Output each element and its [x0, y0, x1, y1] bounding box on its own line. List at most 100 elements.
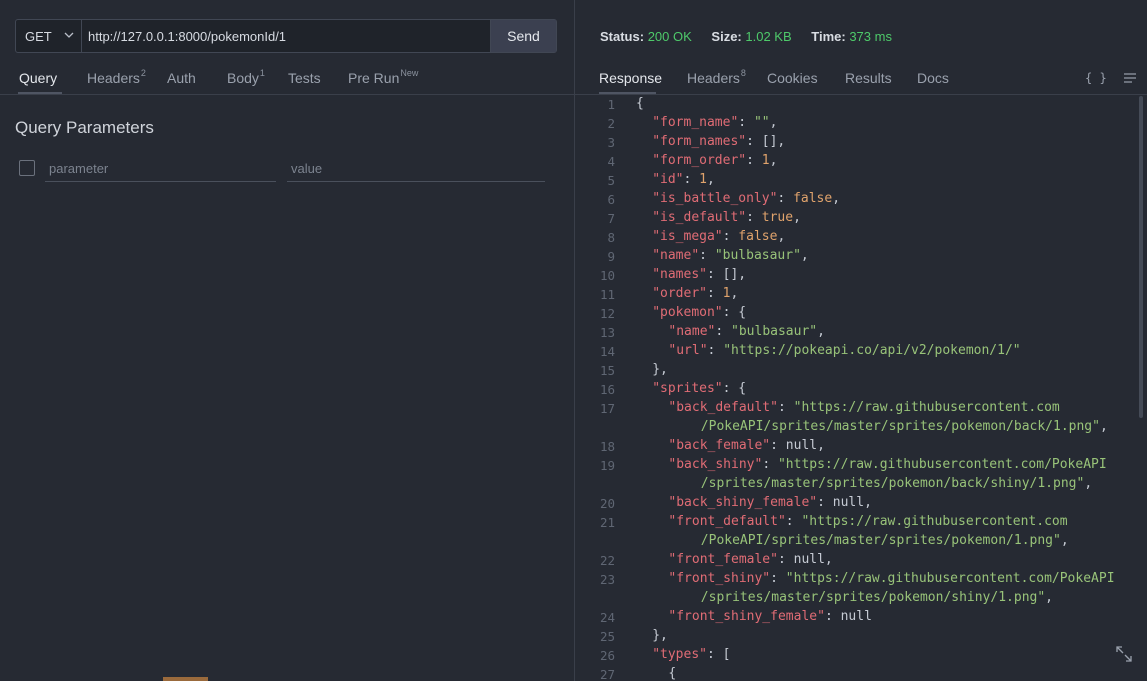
- method-select[interactable]: GET: [16, 20, 82, 52]
- tab-response[interactable]: Response: [599, 70, 662, 86]
- code-line: /PokeAPI/sprites/master/sprites/pokemon/…: [701, 533, 1069, 548]
- code-line: "form_name": "",: [652, 115, 777, 130]
- code-token: {: [668, 666, 677, 681]
- tab-badge: New: [400, 68, 419, 78]
- code-token: :: [738, 115, 754, 130]
- tab-cookies[interactable]: Cookies: [767, 70, 818, 86]
- active-tab-indicator: [599, 92, 656, 94]
- time-value: 373 ms: [849, 29, 892, 44]
- code-token: : null,: [817, 495, 872, 510]
- tab-badge: 2: [140, 68, 146, 78]
- code-token: "name": [652, 248, 700, 263]
- query-parameters-title: Query Parameters: [15, 118, 154, 137]
- code-token: "is_mega": [652, 229, 723, 244]
- code-token: : null,: [777, 552, 833, 567]
- url-input[interactable]: [82, 20, 490, 52]
- code-token: true: [761, 210, 794, 225]
- tab-badge: 8: [740, 68, 746, 78]
- wrap-lines-icon[interactable]: [1123, 72, 1137, 84]
- tab-response-headers[interactable]: Headers8: [687, 68, 746, 86]
- tab-tests[interactable]: Tests: [288, 70, 321, 86]
- code-token: :: [699, 248, 715, 263]
- tab-label: Pre Run: [348, 70, 400, 86]
- response-tabs: Response Headers8 Cookies Results Docs: [575, 60, 1147, 95]
- tab-headers[interactable]: Headers2: [87, 68, 146, 86]
- line-number: 9: [607, 249, 615, 264]
- request-tabs: Query Headers2 Auth Body1 Tests Pre RunN…: [0, 60, 574, 95]
- code-token: "order": [652, 286, 707, 301]
- code-line: "is_default": true,: [652, 210, 801, 225]
- line-number: 3: [607, 135, 615, 150]
- code-token: "types": [652, 647, 707, 662]
- code-token: "bulbasaur": [714, 248, 801, 263]
- code-token: : [],: [746, 134, 786, 149]
- code-token: :: [746, 153, 762, 168]
- code-line: "pokemon": {: [652, 305, 746, 320]
- chevron-down-icon: [64, 32, 74, 38]
- resize-handle[interactable]: [163, 677, 208, 681]
- status-label: Status:: [600, 29, 645, 44]
- code-token: "pokemon": [652, 305, 723, 320]
- code-token: /PokeAPI/sprites/master/sprites/pokemon/…: [700, 419, 1100, 434]
- code-line: /sprites/master/sprites/pokemon/back/shi…: [701, 476, 1092, 491]
- code-line: },: [652, 362, 668, 377]
- code-token: "https://raw.githubusercontent.com: [801, 514, 1068, 529]
- line-number: 23: [599, 572, 615, 587]
- response-pane: Status: 200 OK Size: 1.02 KB Time: 373 m…: [575, 0, 1147, 681]
- code-token: :: [777, 191, 794, 206]
- expand-icon[interactable]: [1115, 645, 1133, 663]
- code-line: /PokeAPI/sprites/master/sprites/pokemon/…: [701, 419, 1108, 434]
- code-token: "form_name": [652, 115, 739, 130]
- code-line: "back_shiny": "https://raw.githubusercon…: [668, 457, 1106, 472]
- code-token: ,: [1084, 476, 1093, 491]
- code-token: /PokeAPI/sprites/master/sprites/pokemon/…: [700, 533, 1061, 548]
- code-token: :: [762, 457, 778, 472]
- code-token: "id": [652, 172, 684, 187]
- code-token: :: [722, 229, 739, 244]
- tab-query[interactable]: Query: [19, 70, 57, 86]
- scrollbar[interactable]: [1139, 96, 1143, 418]
- code-token: "names": [652, 267, 707, 282]
- tab-results[interactable]: Results: [845, 70, 892, 86]
- code-token: : [: [706, 647, 731, 662]
- code-token: ,: [777, 229, 786, 244]
- tab-pre-run[interactable]: Pre RunNew: [348, 68, 419, 86]
- tab-label: Body: [227, 70, 259, 86]
- line-number: 16: [599, 382, 615, 397]
- tab-docs[interactable]: Docs: [917, 70, 949, 86]
- tab-label: Auth: [167, 70, 196, 86]
- code-line: "front_shiny": "https://raw.githubuserco…: [668, 571, 1114, 586]
- send-button[interactable]: Send: [490, 20, 556, 52]
- code-token: "https://raw.githubusercontent.com/PokeA…: [785, 571, 1115, 586]
- code-token: "front_shiny_female": [668, 609, 825, 624]
- code-token: "https://pokeapi.co/api/v2/pokemon/1/": [723, 343, 1021, 358]
- time-label: Time:: [811, 29, 846, 44]
- parameter-input[interactable]: [45, 155, 276, 181]
- code-line: "back_shiny_female": null,: [668, 495, 872, 510]
- code-token: ,: [817, 324, 825, 339]
- code-line: "front_female": null,: [668, 552, 832, 567]
- code-token: ,: [769, 153, 778, 168]
- value-input[interactable]: [287, 155, 545, 181]
- code-token: "front_female": [668, 552, 778, 567]
- value-field: [287, 155, 545, 182]
- tab-body[interactable]: Body1: [227, 68, 265, 86]
- code-token: false: [738, 229, 778, 244]
- code-token: ,: [769, 115, 778, 130]
- line-number: 5: [607, 173, 615, 188]
- code-token: 1: [761, 153, 770, 168]
- code-token: },: [652, 628, 668, 643]
- param-checkbox[interactable]: [19, 160, 35, 176]
- braces-icon[interactable]: { }: [1085, 71, 1107, 85]
- tab-label: Query: [19, 70, 58, 86]
- code-token: : [],: [706, 267, 747, 282]
- code-token: :: [777, 400, 794, 415]
- line-number: 24: [599, 610, 615, 625]
- tab-label: Response: [599, 70, 663, 86]
- response-stats: Status: 200 OK Size: 1.02 KB Time: 373 m…: [600, 29, 892, 44]
- code-line: "name": "bulbasaur",: [668, 324, 825, 339]
- response-body: 1{2 "form_name": "", 3 "form_names": [], 4 "f…: [575, 95, 1147, 681]
- code-line: "front_shiny_female": null: [668, 609, 872, 624]
- tab-auth[interactable]: Auth: [167, 70, 196, 86]
- line-number: 11: [599, 287, 615, 302]
